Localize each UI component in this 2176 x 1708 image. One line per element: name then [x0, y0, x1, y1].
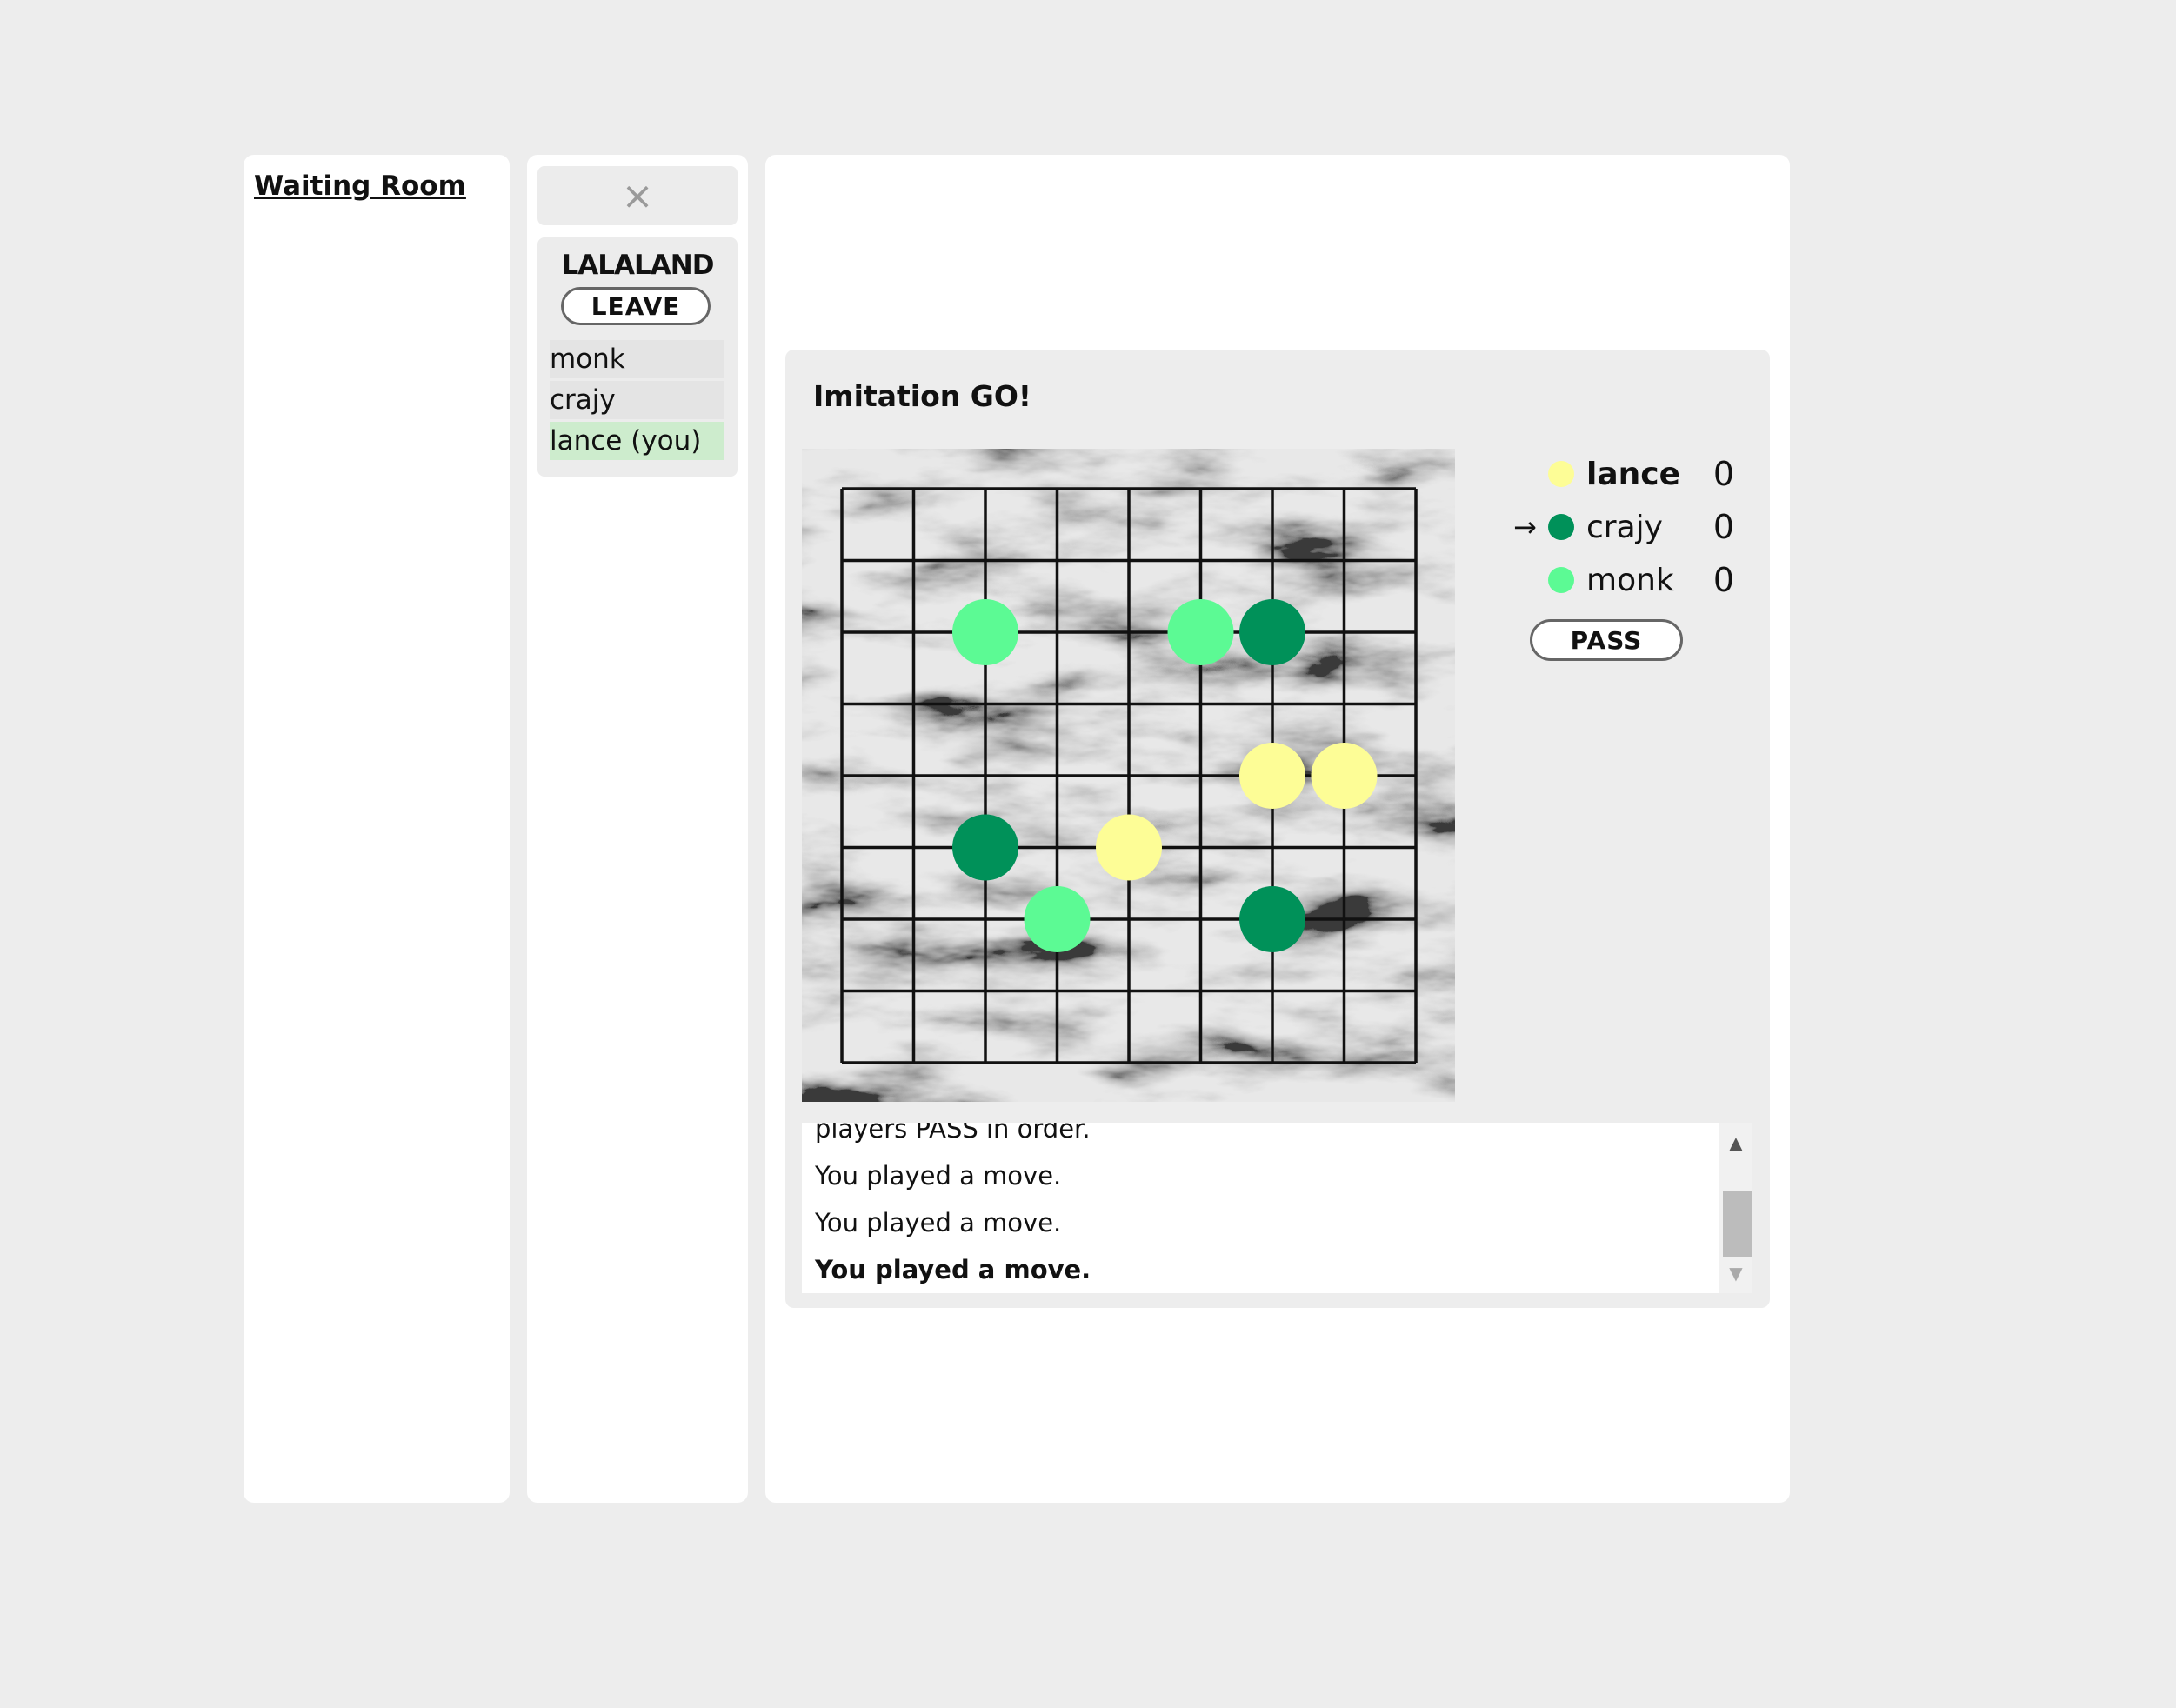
- score-row-crajy: → crajy 0: [1513, 505, 1734, 549]
- go-board[interactable]: [802, 449, 1455, 1102]
- room-box: LALALAND LEAVE monk crajy lance (you): [537, 237, 738, 477]
- leave-button[interactable]: LEAVE: [561, 287, 711, 325]
- scroll-up-icon[interactable]: ▲: [1719, 1130, 1752, 1156]
- close-button[interactable]: ×: [537, 166, 738, 225]
- score-player-name: lance: [1586, 456, 1681, 492]
- stone-monk: [1167, 599, 1234, 665]
- room-panel: × LALALAND LEAVE monk crajy lance (you): [527, 155, 748, 1503]
- room-player-item-you[interactable]: lance (you): [550, 422, 724, 460]
- score-row-monk: monk 0: [1513, 558, 1734, 602]
- game-title: Imitation GO!: [813, 379, 1031, 413]
- stone-crajy: [1239, 886, 1305, 952]
- room-player-list: monk crajy lance (you): [550, 340, 724, 463]
- room-player-item[interactable]: crajy: [550, 381, 724, 419]
- score-value: 0: [1712, 508, 1734, 546]
- stone-monk: [952, 599, 1018, 665]
- score-row-lance: lance 0: [1513, 452, 1734, 496]
- log-line: players PASS in order.: [815, 1123, 1091, 1144]
- log-line: You played a move.: [815, 1161, 1062, 1191]
- player-color-swatch: [1548, 567, 1574, 593]
- score-value: 0: [1712, 561, 1734, 599]
- turn-arrow-icon: →: [1513, 510, 1537, 544]
- stone-monk: [1024, 886, 1091, 952]
- pass-button[interactable]: PASS: [1530, 619, 1683, 661]
- log-scrollbar[interactable]: ▲ ▼: [1719, 1123, 1752, 1293]
- game-card: Imitation GO! lance 0 → crajy 0 monk 0 PASS: [785, 350, 1770, 1308]
- score-player-name: crajy: [1586, 509, 1663, 545]
- player-color-swatch: [1548, 514, 1574, 540]
- log-line: You played a move.: [815, 1208, 1062, 1238]
- score-value: 0: [1712, 455, 1734, 493]
- stone-crajy: [1239, 599, 1305, 665]
- log-line-latest: You played a move.: [815, 1255, 1091, 1284]
- stone-crajy: [952, 814, 1018, 881]
- stone-lance: [1239, 743, 1305, 809]
- game-panel: Imitation GO! lance 0 → crajy 0 monk 0 PASS: [765, 155, 1790, 1503]
- scroll-thumb[interactable]: [1723, 1191, 1752, 1257]
- scroll-down-icon[interactable]: ▼: [1719, 1260, 1752, 1286]
- room-player-item[interactable]: monk: [550, 340, 724, 378]
- waiting-room-link[interactable]: Waiting Room: [254, 170, 466, 202]
- score-player-name: monk: [1586, 562, 1674, 598]
- close-icon: ×: [621, 173, 654, 218]
- room-name: LALALAND: [561, 250, 715, 281]
- stone-lance: [1096, 814, 1162, 881]
- game-log: players PASS in order. You played a move…: [802, 1123, 1752, 1293]
- stone-lance: [1311, 743, 1378, 809]
- waiting-room-panel: Waiting Room: [244, 155, 510, 1503]
- player-color-swatch: [1548, 461, 1574, 487]
